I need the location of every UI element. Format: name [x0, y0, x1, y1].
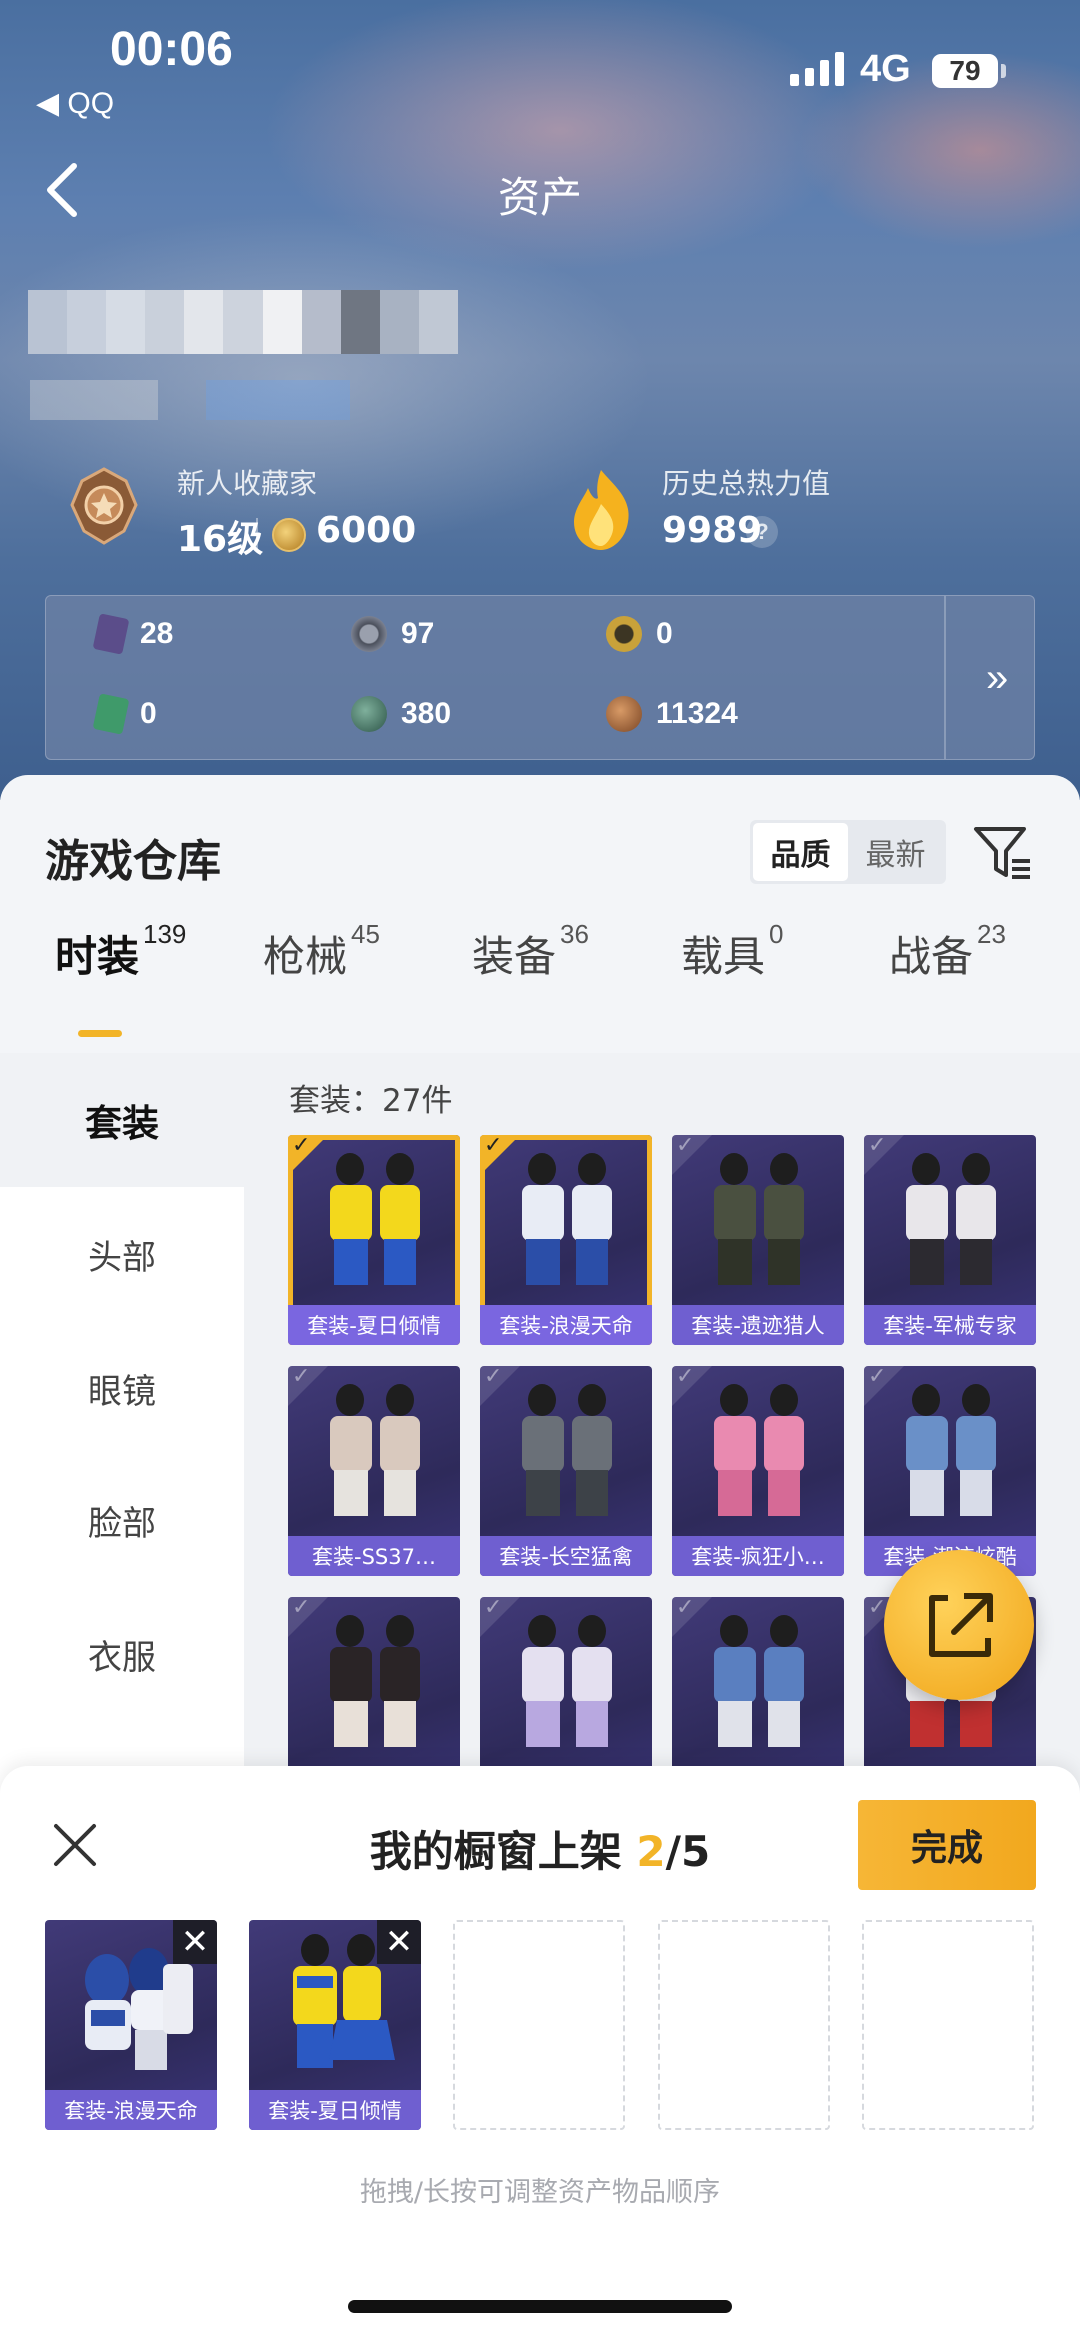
card-icon [92, 613, 130, 655]
sort-newest-button[interactable]: 最新 [848, 823, 943, 881]
tab-vehicles[interactable]: 载具 0 [681, 919, 783, 984]
showcase-total-count: /5 [665, 1827, 711, 1876]
fire-icon [574, 470, 629, 550]
sort-toggle[interactable]: 品质 最新 [750, 820, 946, 884]
slot-label: 套装-夏日倾情 [249, 2090, 421, 2130]
check-icon: ✓ [292, 1135, 311, 1158]
gold-token-icon [606, 616, 642, 652]
check-icon: ✓ [484, 1366, 503, 1389]
blurred-user-subtitle [30, 380, 350, 420]
sidebar-item-face[interactable]: 脸部 [0, 1453, 244, 1587]
green-coin-icon [351, 696, 387, 732]
blurred-username [28, 290, 459, 354]
check-icon: ✓ [484, 1135, 503, 1158]
outfit-label: 套装-疯狂小… [672, 1536, 844, 1576]
share-button[interactable] [884, 1550, 1034, 1700]
profile-header-background: 00:06 ◀ QQ 4G 79 资产 新人收藏家 16级 6000 历史总热力… [0, 0, 1080, 800]
outfit-label: 套装-SS37… [288, 1536, 460, 1576]
back-to-app-link[interactable]: ◀ QQ [36, 86, 114, 121]
divider [256, 518, 258, 550]
reorder-hint: 拖拽/长按可调整资产物品顺序 [359, 2177, 721, 2208]
tab-guns[interactable]: 枪械 45 [263, 919, 380, 984]
sidebar-item-suit[interactable]: 套装 [0, 1053, 244, 1187]
empty-showcase-slot[interactable] [658, 1920, 830, 2130]
sidebar-item-clothes[interactable]: 衣服 [0, 1587, 244, 1721]
stats-panel[interactable]: 28 97 0 0 380 11324 » [45, 595, 1035, 760]
network-type: 4G [860, 48, 911, 90]
check-icon: ✓ [868, 1135, 887, 1158]
green-card-icon [92, 693, 130, 735]
outfit-card[interactable]: ✓套装-潮流炫酷 [864, 1366, 1036, 1576]
outfit-label: 套装-浪漫天命 [480, 1305, 652, 1345]
empty-showcase-slot[interactable] [453, 1920, 625, 2130]
outfit-card[interactable]: ✓ 套装-长空猛禽 [480, 1366, 652, 1576]
check-icon: ✓ [484, 1597, 503, 1620]
coin-value: 6000 [316, 510, 417, 551]
item-count: 套装：27件 [289, 1083, 453, 1119]
tab-supplies[interactable]: 战备 23 [889, 919, 1006, 984]
outfit-card[interactable]: ✓ 套装-军械专家 [864, 1135, 1036, 1345]
check-icon: ✓ [676, 1366, 695, 1389]
stat-item: 0 [92, 693, 157, 735]
help-icon[interactable]: ? [746, 516, 778, 548]
outfit-label: 套装-遗迹猎人 [672, 1305, 844, 1345]
showcase-panel: 我的橱窗上架 2/5 完成 套装-浪漫天命 ✕ 套装-夏日倾情 ✕ 拖拽/长按可… [0, 1766, 1080, 2337]
category-tabs: 时装 139 枪械 45 装备 36 载具 0 战备 23 [0, 919, 1080, 1003]
bronze-coin-icon [606, 696, 642, 732]
outfit-label: 套装-军械专家 [864, 1305, 1036, 1345]
remove-icon[interactable]: ✕ [377, 1920, 421, 1964]
silver-coin-icon [351, 616, 387, 652]
warehouse-title: 游戏仓库 [45, 836, 221, 887]
outfit-label: 套装-夏日倾情 [288, 1305, 460, 1345]
check-icon: ✓ [676, 1597, 695, 1620]
check-icon: ✓ [292, 1597, 311, 1620]
showcase-slot[interactable]: 套装-浪漫天命 ✕ [45, 1920, 217, 2130]
done-button[interactable]: 完成 [858, 1800, 1036, 1890]
tab-fashion[interactable]: 时装 139 [55, 919, 186, 984]
coin-icon [272, 518, 306, 552]
stat-item: 11324 [606, 696, 738, 732]
outfit-card[interactable]: ✓ 套装-浪漫天命 [480, 1135, 652, 1345]
outfit-card[interactable]: ✓ 套装-夏日倾情 [288, 1135, 460, 1345]
empty-showcase-slot[interactable] [862, 1920, 1034, 2130]
more-icon[interactable]: » [986, 656, 1008, 701]
signal-icon [790, 50, 844, 86]
status-time: 00:06 [110, 23, 233, 76]
sidebar-item-glasses[interactable]: 眼镜 [0, 1321, 244, 1455]
rank-level: 16级 [177, 519, 264, 560]
slot-label: 套装-浪漫天命 [45, 2090, 217, 2130]
remove-icon[interactable]: ✕ [173, 1920, 217, 1964]
outfit-card[interactable]: ✓ 套装-疯狂小… [672, 1366, 844, 1576]
filter-icon[interactable] [972, 823, 1032, 883]
outfit-label: 套装-长空猛禽 [480, 1536, 652, 1576]
rank-badge-icon [70, 467, 138, 545]
stat-item: 28 [92, 613, 173, 655]
share-icon [929, 1593, 993, 1657]
battery-tip [1001, 64, 1006, 78]
stat-item: 0 [606, 616, 673, 652]
home-indicator [348, 2300, 732, 2313]
page-title: 资产 [497, 173, 582, 222]
stat-item: 97 [351, 616, 434, 652]
active-tab-indicator [78, 1030, 122, 1037]
sort-quality-button[interactable]: 品质 [753, 823, 848, 881]
showcase-slot[interactable]: 套装-夏日倾情 ✕ [249, 1920, 421, 2130]
check-icon: ✓ [676, 1135, 695, 1158]
stat-item: 380 [351, 696, 451, 732]
outfit-card[interactable]: ✓ 套装-遗迹猎人 [672, 1135, 844, 1345]
sidebar-item-head[interactable]: 头部 [0, 1187, 244, 1321]
rank-title: 新人收藏家 [177, 467, 318, 500]
divider [944, 596, 946, 759]
battery-icon: 79 [932, 54, 998, 88]
check-icon: ✓ [292, 1366, 311, 1389]
check-icon: ✓ [868, 1366, 887, 1389]
tab-equipment[interactable]: 装备 36 [472, 919, 589, 984]
showcase-current-count: 2 [636, 1827, 666, 1876]
heat-title: 历史总热力值 [662, 467, 831, 500]
outfit-card[interactable]: ✓ 套装-SS37… [288, 1366, 460, 1576]
